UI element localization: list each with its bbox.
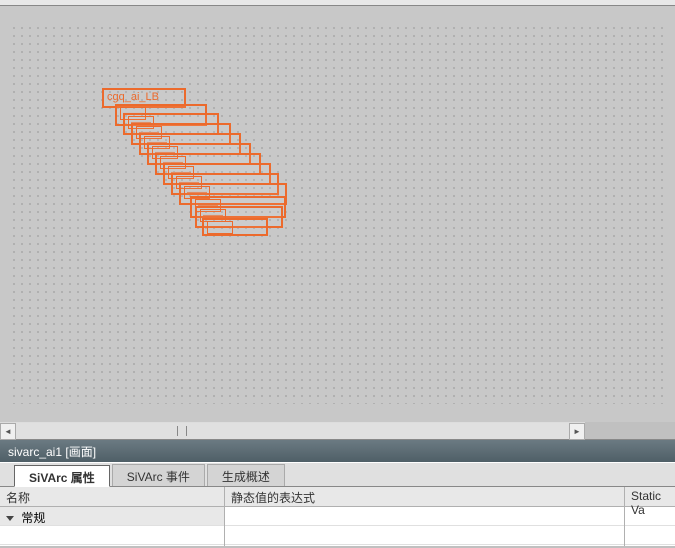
col-header-name[interactable]: 名称 (0, 487, 224, 507)
table-row[interactable] (225, 507, 624, 526)
group-label: 常规 (21, 511, 45, 525)
property-grid: 名称 常规 静态值的表达式 Static Va (0, 486, 675, 546)
col-header-expression[interactable]: 静态值的表达式 (225, 487, 624, 507)
scroll-track[interactable] (16, 423, 569, 439)
tab-sivarc-events[interactable]: SiVArc 事件 (112, 464, 205, 486)
panel-title: sivarc_ai1 [画面] (8, 445, 96, 459)
tab-sivarc-properties[interactable]: SiVArc 属性 (14, 465, 110, 487)
canvas[interactable]: cgq_ai_LB———————————————————————— (0, 6, 675, 422)
tab-strip: SiVArc 属性 SiVArc 事件 生成概述 (0, 462, 675, 486)
object-inner-label: —— (207, 221, 233, 234)
scroll-left-arrow[interactable]: ◄ (0, 423, 16, 440)
scroll-thumb[interactable] (16, 424, 348, 438)
group-general[interactable]: 常规 (0, 507, 224, 526)
scroll-right-arrow[interactable]: ► (569, 423, 585, 440)
panel-title-bar: sivarc_ai1 [画面] (0, 439, 675, 462)
table-row[interactable] (625, 526, 675, 545)
chevron-down-icon (6, 516, 14, 521)
col-header-static[interactable]: Static Va (625, 487, 675, 507)
table-row[interactable] (0, 526, 224, 545)
tab-generate-overview[interactable]: 生成概述 (207, 464, 285, 486)
h-scrollbar[interactable]: ◄ ► (0, 422, 585, 439)
table-row[interactable] (225, 526, 624, 545)
canvas-grid (10, 24, 665, 404)
placed-object[interactable]: —— (202, 218, 268, 236)
